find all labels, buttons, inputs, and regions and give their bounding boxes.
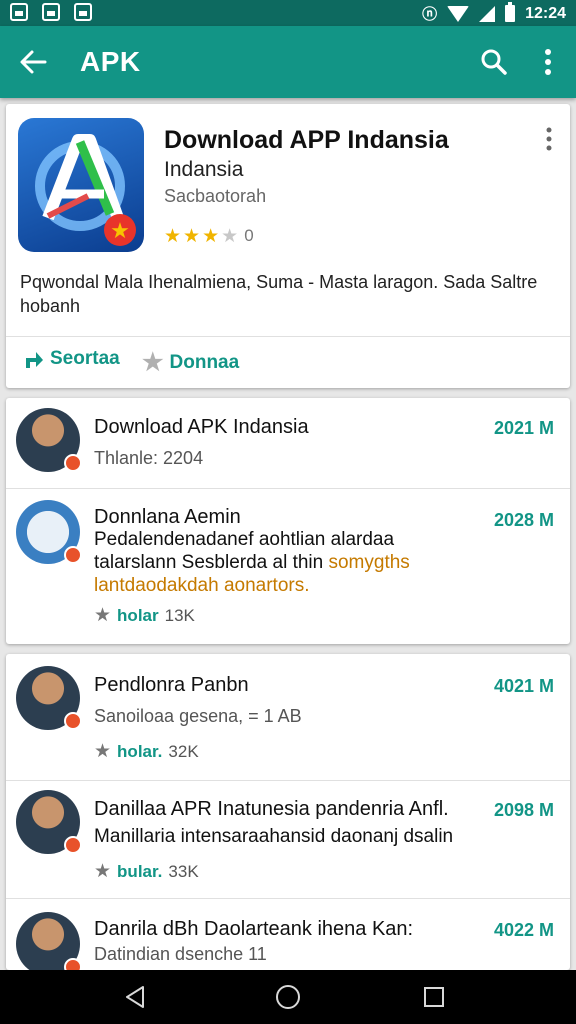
star-icon: ★	[94, 861, 112, 882]
app-description: Pqwondal Mala Ihenalmiena, Suma - Masta …	[20, 272, 538, 316]
review-likes: ★ bular. 33K	[94, 861, 199, 882]
star-icon: ★	[142, 349, 164, 376]
app-developer[interactable]: Indansia	[164, 158, 243, 182]
share-icon	[26, 352, 43, 368]
star-icon: ★	[164, 225, 182, 247]
list-item[interactable]: Pendlonra Panbn Sanoiloaa gesena, = 1 AB…	[6, 654, 570, 780]
app-category: Sacbaotorah	[164, 186, 267, 206]
star-empty-icon: ★	[221, 225, 239, 247]
app-title: Download APP Indansia	[164, 126, 449, 154]
star-icon: ★	[94, 605, 112, 626]
list-item[interactable]: Danillaa APR Inatunesia pandenria Anfl. …	[6, 780, 570, 898]
review-likes: ★ holar. 32K	[94, 741, 199, 762]
signal-icon	[479, 5, 496, 22]
review-title: Download APK Indansia	[94, 416, 309, 438]
status-bar: ⓝ 12:24	[0, 0, 576, 26]
review-subtitle: Manillaria intensaraahansid daonanj dsal…	[94, 826, 454, 847]
review-subtitle: Thlanle: 2204	[94, 448, 204, 468]
star-icon: ★	[202, 225, 220, 247]
photo-icon	[42, 3, 60, 21]
star-icon: ★	[183, 225, 201, 247]
list-item[interactable]: Download APK Indansia Thlanle: 2204 2021…	[6, 398, 570, 488]
wifi-icon	[447, 5, 470, 22]
search-icon[interactable]	[480, 48, 508, 76]
review-date: 2098 M	[493, 800, 554, 820]
navigation-bar	[0, 970, 576, 1024]
svg-text:★: ★	[110, 219, 130, 244]
list-item[interactable]: Danrila dBh Daolarteank ihena Kan: Datin…	[6, 898, 570, 976]
review-date: 2021 M	[493, 418, 554, 438]
avatar	[16, 666, 82, 730]
share-button[interactable]: Seortaa	[22, 348, 120, 370]
more-vert-icon[interactable]	[544, 126, 554, 152]
review-subtitle: Sanoiloaa gesena, = 1 AB	[94, 706, 302, 726]
review-date: 4022 M	[493, 920, 554, 940]
avatar	[16, 408, 82, 472]
arrow-back-icon[interactable]	[18, 48, 48, 76]
review-likes: ★ holar 13K	[94, 605, 195, 626]
rate-label: Donnaa	[169, 351, 240, 373]
badge-icon	[64, 836, 82, 854]
badge-icon	[64, 454, 82, 472]
nav-back-icon[interactable]	[124, 985, 146, 1009]
page-title: APK	[80, 46, 141, 77]
divider	[6, 336, 570, 337]
status-time: 12:24	[525, 4, 566, 22]
review-title: Danillaa APR Inatunesia pandenria Anfl.	[94, 798, 449, 820]
avatar	[16, 790, 82, 854]
review-title: Donnlana Aemin	[94, 506, 241, 528]
review-date: 2028 M	[493, 510, 554, 530]
review-body: Pedalendenadanef aohtlian alardaa talars…	[94, 529, 410, 596]
app-bar: APK	[0, 26, 576, 98]
list-item[interactable]: Donnlana Aemin Pedalendenadanef aohtlian…	[6, 488, 570, 644]
review-title: Danrila dBh Daolarteank ihena Kan:	[94, 918, 414, 940]
app-rating: ★ ★ ★ ★ 0	[164, 226, 254, 246]
review-subtitle: Datindian dsenche 11	[94, 944, 267, 964]
app-icon[interactable]: ★	[18, 118, 144, 252]
avatar	[16, 912, 82, 976]
shop-icon	[74, 3, 92, 21]
review-card: Download APK Indansia Thlanle: 2204 2021…	[6, 398, 570, 644]
review-title: Pendlonra Panbn	[94, 674, 249, 696]
share-label: Seortaa	[50, 348, 120, 369]
battery-icon	[505, 2, 516, 22]
app-card: ★ Download APP Indansia Indansia Sacbaot…	[6, 104, 570, 388]
nfc-icon: ⓝ	[422, 6, 438, 23]
rating-count: 0	[244, 226, 254, 245]
nav-home-icon[interactable]	[276, 985, 300, 1009]
avatar	[16, 500, 82, 564]
badge-icon	[64, 546, 82, 564]
nav-recents-icon[interactable]	[424, 987, 444, 1007]
review-card: Pendlonra Panbn Sanoiloaa gesena, = 1 AB…	[6, 654, 570, 976]
review-date: 4021 M	[493, 676, 554, 696]
image-icon	[10, 3, 28, 21]
more-vert-icon[interactable]	[536, 46, 560, 78]
star-icon: ★	[94, 741, 112, 762]
badge-icon	[64, 712, 82, 730]
rate-button[interactable]: ★ Donnaa	[142, 348, 239, 377]
